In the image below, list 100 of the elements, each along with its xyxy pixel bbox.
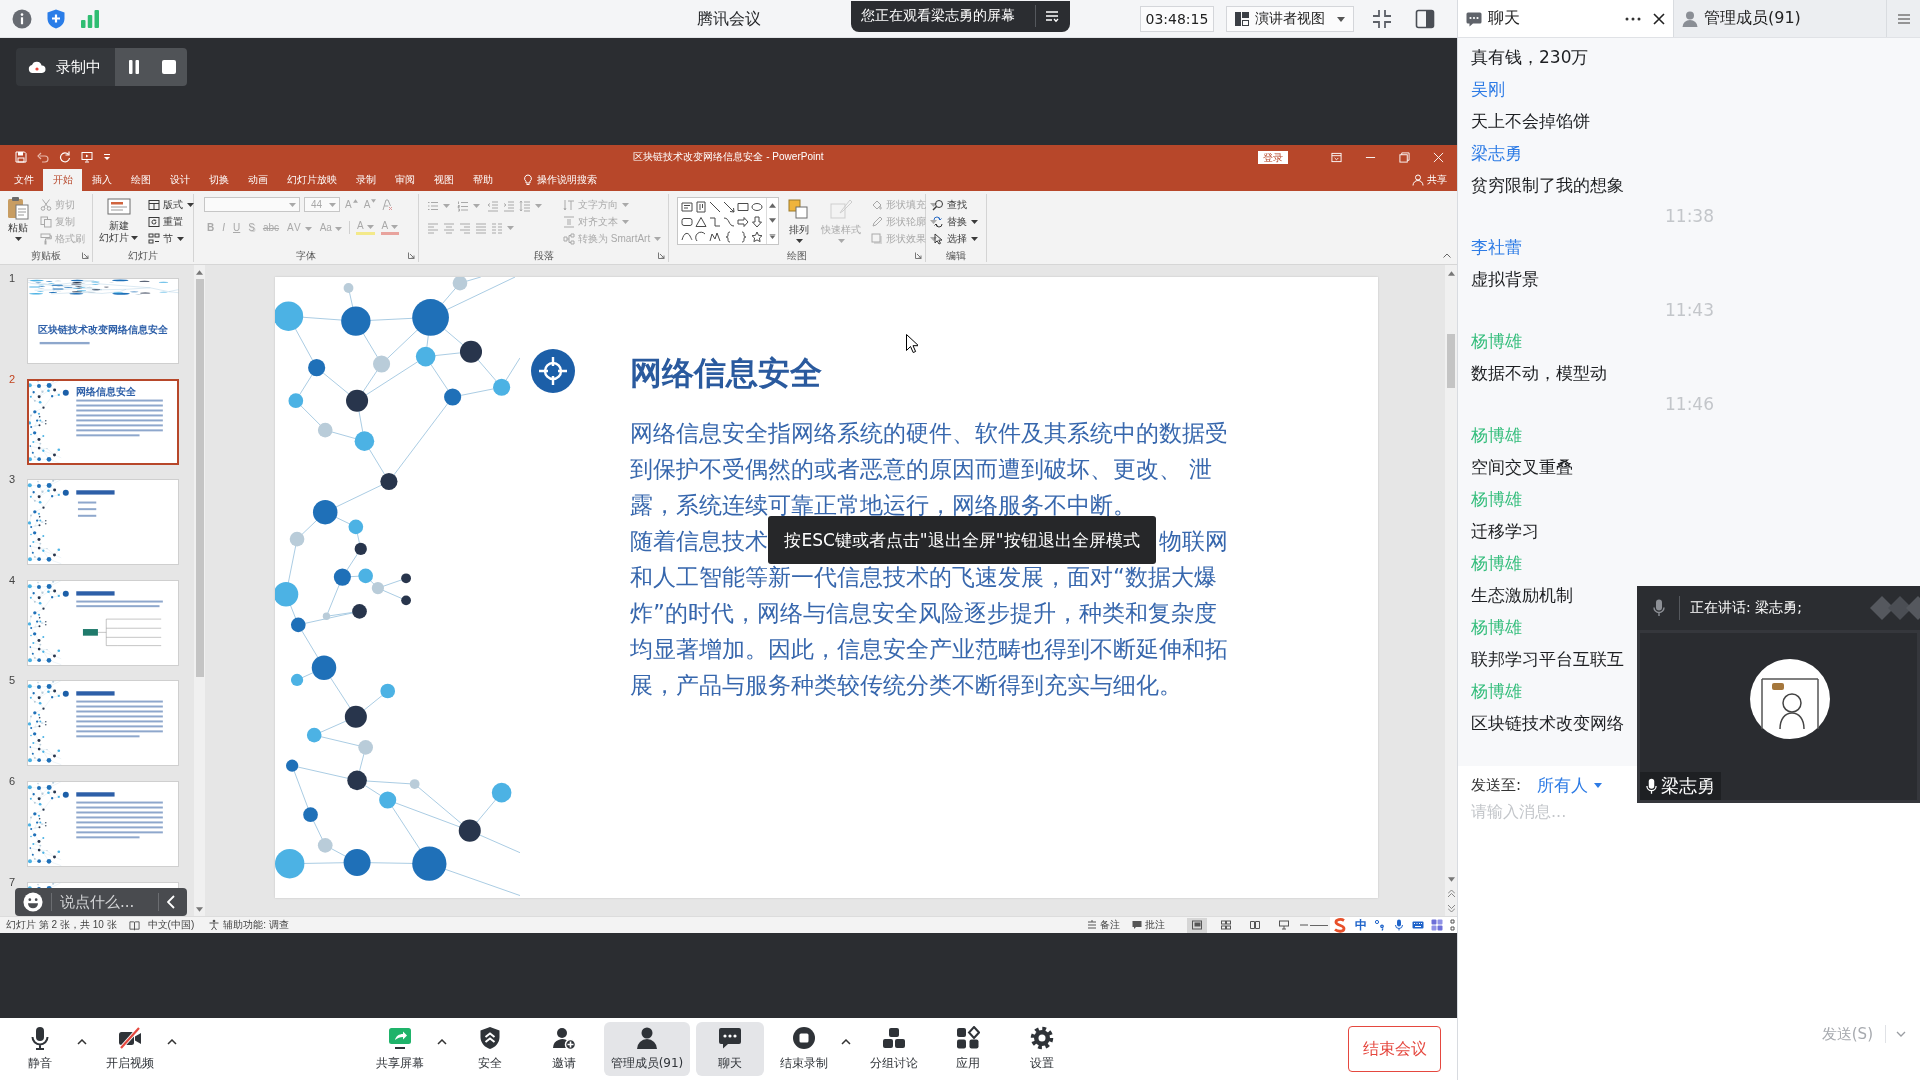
sidebar-toggle-icon[interactable]	[1415, 9, 1436, 29]
scroll-down-icon[interactable]	[1447, 877, 1455, 882]
caret-up-icon[interactable]	[437, 1039, 447, 1045]
end-meeting-button[interactable]: 结束会议	[1348, 1026, 1441, 1072]
collapse-ribbon-icon[interactable]	[1443, 253, 1451, 258]
dialog-launcher-icon[interactable]	[915, 252, 922, 259]
microphone-icon[interactable]	[1653, 599, 1665, 617]
presentation-icon[interactable]	[81, 151, 93, 163]
chat-button[interactable]: 聊天	[696, 1022, 764, 1076]
previous-slide-icon[interactable]	[1447, 890, 1455, 897]
ribbon-tab[interactable]: 帮助	[463, 169, 502, 191]
arrange-button[interactable]: 排列	[785, 195, 813, 249]
invite-button[interactable]: 邀请	[530, 1022, 598, 1076]
slide-thumbnail-drawing[interactable]	[27, 479, 179, 566]
dialog-launcher-icon[interactable]	[658, 252, 665, 259]
breakout-rooms-button[interactable]: 分组讨论	[860, 1022, 928, 1076]
stop-button[interactable]	[151, 48, 187, 86]
select-button[interactable]: 选择	[930, 230, 980, 247]
scroll-down-icon[interactable]	[769, 218, 776, 224]
ribbon-tab[interactable]: 绘图	[121, 169, 160, 191]
slide-thumbnail-drawing[interactable]: 网络信息安全	[27, 378, 179, 465]
view-mode-dropdown[interactable]: 演讲者视图	[1226, 6, 1355, 32]
scroll-down-icon[interactable]	[196, 907, 203, 912]
caret-up-icon[interactable]	[77, 1039, 87, 1045]
undo-icon[interactable]	[37, 151, 49, 163]
exit-fullscreen-icon[interactable]	[1372, 9, 1393, 29]
rectangle-icon[interactable]	[737, 200, 749, 213]
line-icon[interactable]	[709, 200, 721, 213]
ribbon-tab[interactable]: 设计	[160, 169, 199, 191]
paste-button[interactable]: 粘贴	[4, 195, 32, 249]
slide-thumbnail-drawing[interactable]	[27, 579, 179, 666]
recipient-dropdown[interactable]: 所有人	[1537, 773, 1603, 797]
share-button[interactable]: 共享	[1412, 169, 1447, 191]
open-book-icon[interactable]	[128, 919, 140, 931]
customize-caret-icon[interactable]	[103, 153, 111, 161]
view-button[interactable]	[1187, 917, 1207, 933]
arrow-line-icon[interactable]	[723, 200, 735, 213]
comment-input[interactable]: 说点什么...	[60, 893, 150, 911]
comment-bar[interactable]: 说点什么...	[15, 888, 187, 916]
curved-connector-icon[interactable]	[723, 215, 735, 228]
message-input[interactable]: 请输入消息...	[1471, 802, 1671, 1014]
smiley-icon[interactable]	[23, 892, 43, 912]
stop-recording-button[interactable]: 结束录制	[770, 1022, 838, 1076]
punctuation-icon[interactable]	[1374, 919, 1386, 931]
notes-button[interactable]: 备注	[1087, 918, 1120, 932]
section-button[interactable]: 节	[146, 230, 196, 247]
ribbon-tab[interactable]: 插入	[82, 169, 121, 191]
restore-icon[interactable]	[1399, 151, 1410, 163]
repeat-icon[interactable]	[59, 151, 71, 163]
menu-button[interactable]	[1886, 0, 1920, 37]
slide-thumbnail-drawing[interactable]: 区块链技术改变网络信息安全	[27, 278, 179, 364]
vertical-text-box-icon[interactable]	[695, 200, 707, 213]
ribbon-display-icon[interactable]	[1331, 151, 1342, 163]
text-box-icon[interactable]	[681, 200, 693, 213]
freeform-icon[interactable]	[709, 230, 721, 243]
scroll-up-icon[interactable]	[196, 270, 203, 275]
four-squares-icon[interactable]	[1431, 919, 1443, 931]
start-video-button[interactable]: 开启视频	[96, 1022, 164, 1076]
shield-icon[interactable]	[46, 9, 66, 29]
scroll-up-icon[interactable]	[1447, 271, 1455, 276]
ribbon-tab[interactable]: 视图	[424, 169, 463, 191]
save-icon[interactable]	[15, 151, 27, 163]
swoosh-logo-icon[interactable]	[1332, 917, 1348, 933]
ribbon-tab[interactable]: 幻灯片放映	[277, 169, 346, 191]
reset-button[interactable]: 重置	[146, 213, 196, 230]
more-shapes-icon[interactable]	[769, 233, 776, 239]
ribbon-tab[interactable]: 开始	[43, 169, 82, 191]
share-screen-button[interactable]: 共享屏幕	[366, 1022, 434, 1076]
more-icon[interactable]	[1625, 16, 1641, 21]
dialog-launcher-icon[interactable]	[82, 252, 89, 259]
close-icon[interactable]	[1653, 12, 1665, 25]
ribbon-tab[interactable]: 审阅	[385, 169, 424, 191]
ribbon-tab[interactable]: 录制	[346, 169, 385, 191]
ribbon-tab[interactable]: 动画	[238, 169, 277, 191]
replace-button[interactable]: 替换	[930, 213, 980, 230]
collapse-icon[interactable]	[167, 895, 175, 909]
caret-up-icon[interactable]	[841, 1039, 851, 1045]
keyboard-icon[interactable]	[1412, 919, 1424, 931]
microphone-icon[interactable]	[1393, 919, 1405, 931]
caret-up-icon[interactable]	[167, 1039, 177, 1045]
panel-tab[interactable]: 聊天	[1458, 0, 1673, 37]
new-slide-button[interactable]: 新建 幻灯片	[97, 195, 140, 249]
manage-members-button[interactable]: 管理成员(91)	[604, 1022, 690, 1076]
list-menu-icon[interactable]	[1043, 8, 1060, 24]
slide-thumbnail-drawing[interactable]	[27, 780, 179, 867]
layout-button[interactable]: 版式	[146, 196, 196, 213]
scrollbar-thumb[interactable]	[1447, 334, 1455, 388]
pause-button[interactable]	[115, 48, 151, 86]
ribbon-tab[interactable]: 文件	[4, 169, 43, 191]
security-button[interactable]: 安全	[456, 1022, 524, 1076]
accessibility-button[interactable]: 辅助功能: 调查	[208, 918, 289, 932]
curve-icon[interactable]	[681, 230, 693, 243]
next-slide-icon[interactable]	[1447, 905, 1455, 912]
apps-button[interactable]: 应用	[934, 1022, 1002, 1076]
scrollbar-thumb[interactable]	[195, 279, 204, 677]
dialog-launcher-icon[interactable]	[408, 252, 415, 259]
settings-button[interactable]: 设置	[1008, 1022, 1076, 1076]
star-icon[interactable]	[751, 230, 763, 243]
input-mode[interactable]: 中	[1355, 918, 1367, 932]
right-arrow-icon[interactable]	[737, 215, 749, 228]
